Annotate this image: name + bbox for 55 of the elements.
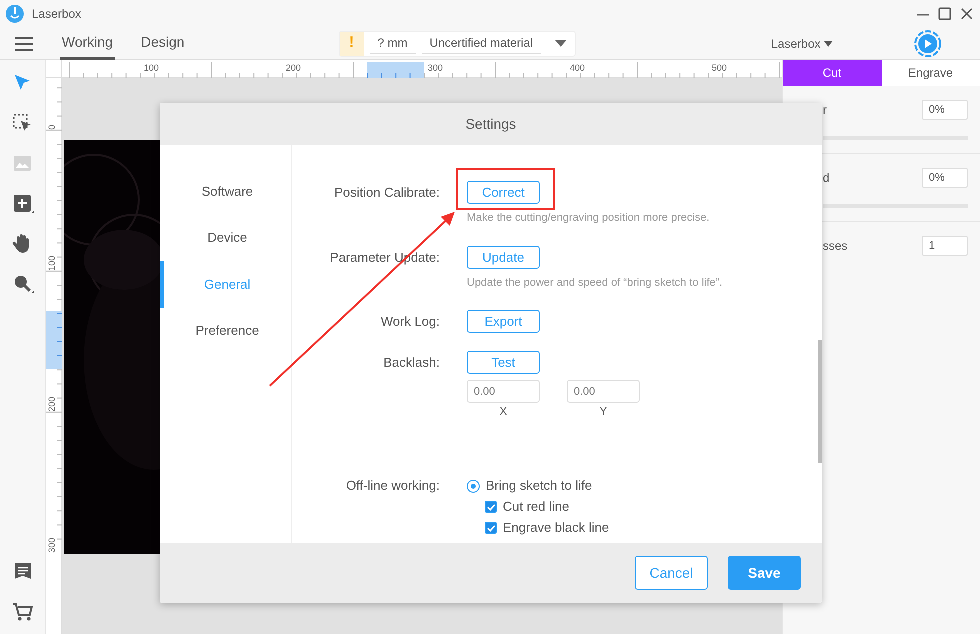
caret-icon <box>824 40 833 46</box>
setting-label: Position Calibrate: <box>334 184 440 202</box>
warning-indicator: ! <box>340 32 364 56</box>
nav-item[interactable]: Device <box>160 214 291 261</box>
ruler-label: 300 <box>428 62 444 73</box>
hint-text: Make the cutting/engraving position more precise. <box>467 211 710 226</box>
number-field[interactable]: 1 <box>922 236 968 256</box>
material-selector[interactable]: ! ? mm Uncertified material <box>338 30 576 56</box>
axis-label: Y <box>600 405 608 420</box>
option-label: Engrave black line <box>503 519 610 537</box>
axis-label: X <box>500 405 508 420</box>
cart-icon[interactable] <box>10 600 34 624</box>
window-title: Laserbox <box>32 6 82 23</box>
tab[interactable]: Cut <box>783 60 882 86</box>
input-field[interactable]: 0.00 <box>467 380 540 403</box>
setting-label: Backlash: <box>382 354 440 372</box>
ruler-label: 0 <box>47 124 57 130</box>
ruler-label: 400 <box>570 62 586 73</box>
tab[interactable]: Design <box>139 28 187 60</box>
close-button[interactable] <box>960 7 974 21</box>
dialog-title: Settings <box>160 103 822 145</box>
caret-icon <box>555 40 568 48</box>
checkbox[interactable] <box>485 522 497 534</box>
thickness-field[interactable]: ? mm <box>370 33 416 54</box>
app-logo-icon <box>6 5 24 23</box>
option-label: Cut red line <box>503 498 570 516</box>
ruler-label: 200 <box>47 396 57 412</box>
input-field[interactable]: 0.00 <box>567 380 640 403</box>
hint-text: Update the power and speed of “bring sketch to life”. <box>467 276 723 291</box>
play-button[interactable] <box>914 30 942 58</box>
ruler-highlight <box>367 62 424 80</box>
ruler-label: 300 <box>47 538 57 553</box>
tab[interactable]: Engrave <box>882 60 980 86</box>
field-label: r <box>823 102 827 119</box>
ruler-highlight <box>46 311 62 369</box>
nav-item[interactable]: Preference <box>160 308 291 354</box>
number-field[interactable]: 0% <box>922 100 968 120</box>
number-field[interactable]: 0% <box>922 168 968 188</box>
maximize-button[interactable] <box>938 7 952 21</box>
menu-icon[interactable] <box>14 36 34 52</box>
nav-item[interactable]: Software <box>160 168 291 214</box>
setting-label: Off-line working: <box>345 477 440 495</box>
ruler-label: 100 <box>47 256 57 271</box>
scrollbar[interactable] <box>818 340 822 463</box>
device-dropdown[interactable]: Laserbox <box>770 34 834 54</box>
setting-label: Work Log: <box>380 313 440 331</box>
ruler-label: 200 <box>286 62 302 73</box>
ruler-label: 100 <box>144 62 160 73</box>
radio-button[interactable] <box>467 480 480 492</box>
ruler-label: 500 <box>712 62 728 73</box>
field-label: sses <box>823 238 848 255</box>
checkbox[interactable] <box>485 501 497 513</box>
material-field[interactable]: Uncertified material <box>422 33 542 54</box>
option-label: Bring sketch to life <box>486 477 592 495</box>
field-label: d <box>823 170 830 187</box>
